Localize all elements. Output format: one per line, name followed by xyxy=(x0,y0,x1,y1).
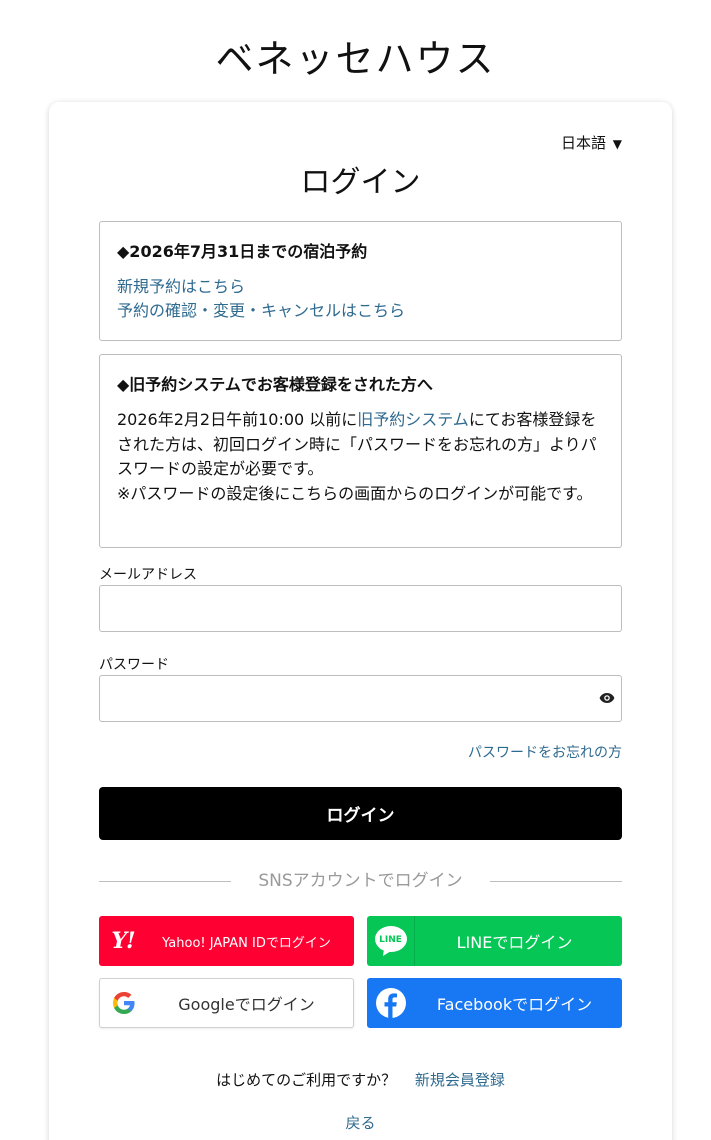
email-field[interactable] xyxy=(99,585,622,632)
sns-divider: SNSアカウントでログイン xyxy=(99,870,622,892)
google-login-label: Googleでログイン xyxy=(178,995,315,1014)
back-row: 戻る xyxy=(49,1112,672,1133)
legacy-notice-text-1: 2026年2月2日午前10:00 以前に xyxy=(117,410,358,429)
back-link[interactable]: 戻る xyxy=(345,1114,375,1132)
yahoo-login-button[interactable]: Y! Yahoo! JAPAN IDでログイン xyxy=(99,916,354,966)
facebook-logo-icon xyxy=(376,988,406,1018)
site-title: ベネッセハウス xyxy=(215,37,496,81)
caret-down-icon: ▼ xyxy=(612,137,622,151)
legacy-system-link[interactable]: 旧予約システム xyxy=(357,410,469,429)
login-card: 日本語 ▼ ログイン ◆2026年7月31日までの宿泊予約 新規予約はこちら 予… xyxy=(49,102,672,1140)
reservation-links: 新規予約はこちら 予約の確認・変更・キャンセルはこちら xyxy=(117,275,604,323)
google-logo-icon xyxy=(113,992,135,1014)
yahoo-icon: Y! xyxy=(99,916,147,966)
language-label: 日本語 xyxy=(560,134,606,152)
signup-row: はじめてのご利用ですか？ 新規会員登録 xyxy=(49,1069,672,1090)
facebook-login-button[interactable]: Facebookでログイン xyxy=(367,978,622,1028)
line-login-label: LINEでログイン xyxy=(456,933,573,952)
new-reservation-link[interactable]: 新規予約はこちら xyxy=(117,275,604,299)
legacy-notice-heading: ◆旧予約システムでお客様登録をされた方へ xyxy=(117,375,433,394)
yahoo-logo-text: Y! xyxy=(111,928,135,954)
language-selector[interactable]: 日本語 ▼ xyxy=(561,132,622,153)
facebook-icon xyxy=(367,978,415,1028)
email-label: メールアドレス xyxy=(99,567,197,583)
line-logo-text: LINE xyxy=(379,934,402,945)
google-login-button[interactable]: Googleでログイン xyxy=(99,978,354,1028)
reservation-notice-heading: ◆2026年7月31日までの宿泊予約 xyxy=(117,242,368,261)
password-field[interactable] xyxy=(99,675,622,722)
login-title: ログイン xyxy=(300,165,421,200)
signup-link[interactable]: 新規会員登録 xyxy=(415,1071,505,1089)
google-icon xyxy=(100,978,148,1028)
password-label: パスワード xyxy=(99,657,169,673)
facebook-login-label: Facebookでログイン xyxy=(436,995,593,1014)
line-icon: LINE xyxy=(367,916,415,966)
forgot-password-link[interactable]: パスワードをお忘れの方 xyxy=(468,742,622,762)
legacy-system-notice: ◆旧予約システムでお客様登録をされた方へ 2026年2月2日午前10:00 以前… xyxy=(99,354,622,548)
eye-icon[interactable] xyxy=(599,691,615,705)
reservation-notice: ◆2026年7月31日までの宿泊予約 新規予約はこちら 予約の確認・変更・キャン… xyxy=(99,221,622,341)
line-login-button[interactable]: LINE LINEでログイン xyxy=(367,916,622,966)
divider-line-right xyxy=(490,881,622,882)
yahoo-login-label: Yahoo! JAPAN IDでログイン xyxy=(162,935,331,951)
legacy-notice-body: 2026年2月2日午前10:00 以前に旧予約システムにてお客様登録をされた方は… xyxy=(117,408,604,506)
manage-reservation-link[interactable]: 予約の確認・変更・キャンセルはこちら xyxy=(117,299,604,323)
login-button[interactable]: ログイン xyxy=(99,787,622,840)
legacy-notice-note: ※パスワードの設定後にこちらの画面からのログインが可能です。 xyxy=(117,483,593,503)
first-time-question: はじめてのご利用ですか？ xyxy=(216,1071,397,1089)
